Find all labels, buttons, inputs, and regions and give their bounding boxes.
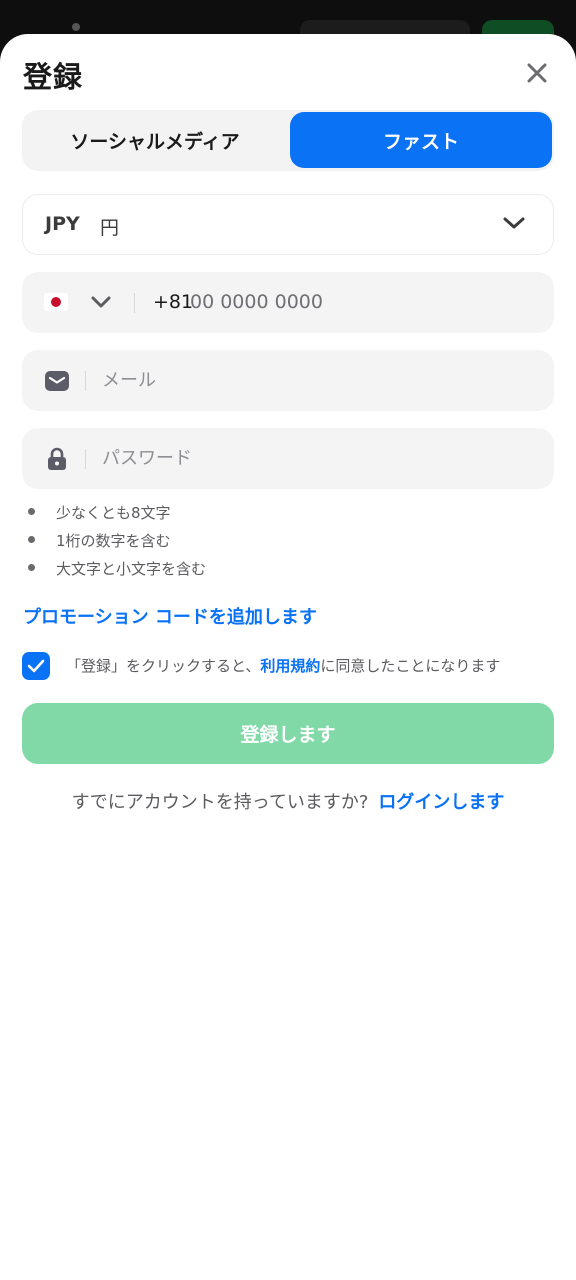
login-link[interactable]: ログインします — [378, 792, 504, 813]
tab-fast[interactable]: ファスト — [290, 112, 552, 168]
terms-checkbox[interactable] — [22, 652, 50, 680]
email-field — [22, 350, 554, 411]
terms-text: 「登録」をクリックすると、利用規約に同意したことになります — [66, 657, 501, 675]
phone-country-code: +81 — [153, 291, 194, 313]
currency-select[interactable]: JPY 円 — [22, 194, 554, 255]
currency-code: JPY — [45, 213, 80, 235]
password-field — [22, 428, 554, 489]
login-prompt: すでにアカウントを持っていますか? ログインします — [71, 792, 505, 813]
registration-sheet: 登録 ソーシャルメディア ファスト JPY 円 +81 00 0000 0000… — [0, 34, 576, 1280]
phone-divider — [134, 293, 135, 313]
register-button[interactable]: 登録します — [22, 703, 554, 764]
modal-title: 登録 — [23, 60, 84, 94]
japan-flag-icon — [44, 293, 68, 311]
phone-field: +81 — [22, 272, 554, 333]
background-dot — [72, 23, 80, 31]
phone-input[interactable] — [190, 286, 530, 318]
envelope-icon — [44, 368, 70, 394]
checkmark-icon — [27, 659, 45, 673]
chevron-down-icon — [503, 217, 525, 229]
password-input[interactable] — [102, 442, 522, 474]
close-icon — [527, 63, 547, 83]
close-button[interactable] — [520, 58, 554, 88]
tab-social-media[interactable]: ソーシャルメディア — [24, 112, 286, 168]
country-code-dropdown-icon[interactable] — [90, 294, 112, 310]
email-divider — [85, 371, 86, 391]
currency-name: 円 — [100, 217, 120, 239]
promo-code-link[interactable]: プロモーション コードを追加します — [23, 603, 317, 629]
registration-method-tabs: ソーシャルメディア ファスト — [22, 110, 554, 171]
terms-of-use-link[interactable]: 利用規約 — [260, 657, 320, 675]
email-input[interactable] — [102, 364, 522, 396]
lock-icon — [44, 446, 70, 472]
password-divider — [85, 449, 86, 469]
